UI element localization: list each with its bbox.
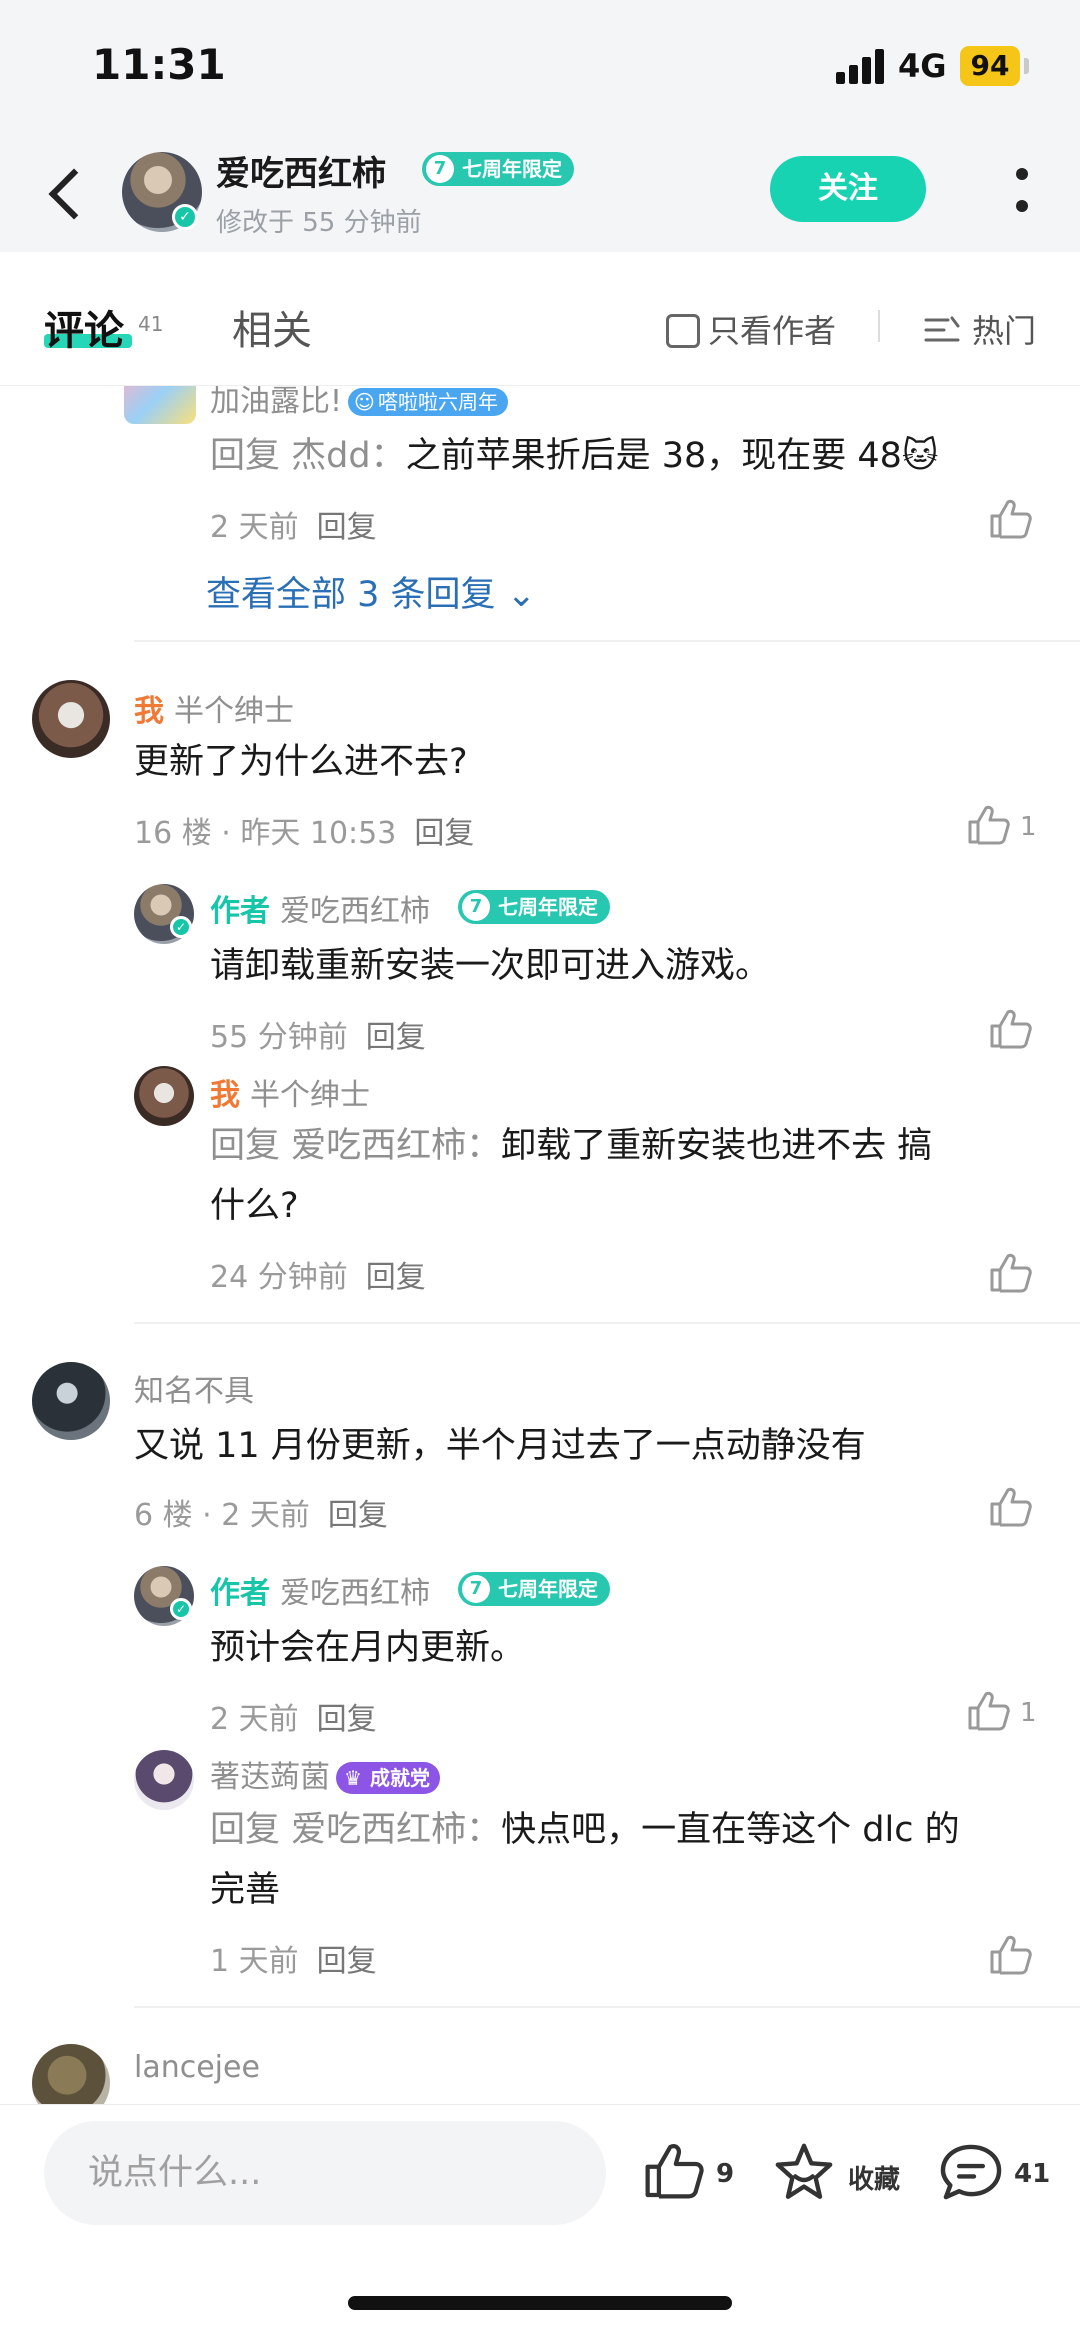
tab-bar: 评论 41 相关 只看作者 热门 xyxy=(0,252,1080,386)
sort-label: 热门 xyxy=(972,312,1037,350)
reply-author: 著荙蒟菌成就党 xyxy=(210,1752,440,1796)
divider xyxy=(134,2006,1080,2008)
like-post-button[interactable]: 9 xyxy=(640,2141,750,2205)
reply-button[interactable]: 回复 xyxy=(328,1498,388,1533)
reply-meta: 2 天前 回复 xyxy=(210,1702,377,1737)
reply-meta: 24 分钟前 回复 xyxy=(210,1260,426,1295)
comments-button[interactable]: 41 xyxy=(938,2141,1058,2205)
post-header: ✓ 爱吃西红柿 七周年限定 修改于 55 分钟前 关注 xyxy=(0,132,1080,252)
reply-button[interactable]: 回复 xyxy=(414,816,474,851)
author-name[interactable]: 爱吃西红柿 xyxy=(216,146,386,195)
author-only-label: 只看作者 xyxy=(708,312,837,350)
back-icon[interactable] xyxy=(38,152,102,232)
anniversary-badge: 嗒啦啦六周年 xyxy=(348,388,509,416)
cat-emoji-icon: 🐱 xyxy=(901,436,939,476)
reply-text: 预计会在月内更新。 xyxy=(210,1628,526,1668)
divider xyxy=(134,640,1080,642)
comment-author: lancejee xyxy=(134,2050,260,2085)
author-tag: 作者 xyxy=(210,894,270,929)
thumb-up-icon[interactable] xyxy=(988,1486,1032,1528)
sort-button[interactable]: 热门 xyxy=(924,306,1036,352)
reply-text: 回复 爱吃西红柿：卸载了重新安装也进不去 搞什么? xyxy=(210,1126,933,1226)
verified-icon: ✓ xyxy=(170,916,192,938)
signal-icon xyxy=(836,48,888,84)
thumb-up-icon[interactable] xyxy=(966,804,1010,846)
sort-icon xyxy=(924,316,960,342)
comment-text: 更新了为什么进不去? xyxy=(134,742,468,782)
network-type: 4G xyxy=(898,47,947,85)
like-count: 1 xyxy=(1020,1698,1037,1728)
comment-author: 我半个绅士 xyxy=(134,694,294,729)
checkbox-icon[interactable] xyxy=(666,314,700,348)
verified-icon: ✓ xyxy=(170,1598,192,1620)
thumb-up-icon[interactable] xyxy=(988,1008,1032,1050)
tab-comments[interactable]: 评论 xyxy=(44,298,124,356)
reply-author: 我半个绅士 xyxy=(210,1078,370,1113)
comment-input[interactable]: 说点什么... xyxy=(44,2121,606,2225)
reply-button[interactable]: 回复 xyxy=(317,1702,377,1737)
comment-text: 又说 11 月份更新，半个月过去了一点动静没有 xyxy=(134,1426,866,1466)
reply-author: 加油露比!嗒啦啦六周年 xyxy=(210,386,509,420)
user-avatar[interactable] xyxy=(32,2044,110,2104)
chevron-down-icon: ⌄ xyxy=(495,575,536,615)
tab-comments-count: 41 xyxy=(138,312,164,336)
reply-meta: 55 分钟前 回复 xyxy=(210,1020,426,1055)
comment-author: 知名不具 xyxy=(134,1374,254,1409)
reply-button[interactable]: 回复 xyxy=(317,510,377,545)
divider xyxy=(878,310,880,342)
anniversary-badge: 七周年限定 xyxy=(422,152,574,186)
comment-list: 加油露比!嗒啦啦六周年 回复 杰dd：之前苹果折后是 38，现在要 48🐱 2 … xyxy=(0,386,1080,2104)
reply-button[interactable]: 回复 xyxy=(366,1020,426,1055)
reply-meta: 1 天前 回复 xyxy=(210,1944,377,1979)
like-count: 1 xyxy=(1020,812,1037,842)
star-icon xyxy=(775,2143,833,2199)
more-icon[interactable] xyxy=(1010,166,1034,218)
author-only-toggle[interactable]: 只看作者 xyxy=(666,306,836,352)
verified-icon: ✓ xyxy=(172,204,198,230)
comment-count: 41 xyxy=(1014,2159,1051,2189)
battery-tip xyxy=(1024,58,1029,74)
favorite-button[interactable]: 收藏 xyxy=(772,2141,912,2205)
post-like-count: 9 xyxy=(716,2159,735,2189)
comment-meta: 16 楼 · 昨天 10:53 回复 xyxy=(134,816,475,851)
reply-author: 作者 爱吃西红柿 xyxy=(210,1576,430,1611)
reply-meta: 2 天前 回复 xyxy=(210,510,377,545)
reply-text: 回复 爱吃西红柿：快点吧，一直在等这个 dlc 的完善 xyxy=(210,1810,960,1910)
modified-time: 修改于 55 分钟前 xyxy=(216,208,422,238)
me-tag: 我 xyxy=(134,694,164,729)
view-all-replies-link[interactable]: 查看全部 3 条回复 ⌄ xyxy=(206,566,536,617)
thumb-up-icon xyxy=(645,2144,704,2199)
anniversary-badge: 七周年限定 xyxy=(458,1572,610,1606)
status-time: 11:31 xyxy=(92,40,226,89)
tab-related[interactable]: 相关 xyxy=(232,298,312,356)
battery-icon: 94 xyxy=(960,46,1020,86)
thumb-up-icon[interactable] xyxy=(988,498,1032,540)
user-avatar[interactable] xyxy=(134,1750,194,1810)
follow-button[interactable]: 关注 xyxy=(770,156,926,222)
status-bar: 11:31 4G 94 xyxy=(0,0,1080,132)
divider xyxy=(134,1322,1080,1324)
comment-meta: 6 楼 · 2 天前 回复 xyxy=(134,1498,388,1533)
reply-text: 回复 杰dd：之前苹果折后是 38，现在要 48🐱 xyxy=(210,436,939,476)
user-avatar[interactable] xyxy=(124,386,196,424)
thumb-up-icon[interactable] xyxy=(966,1690,1010,1732)
home-indicator[interactable] xyxy=(348,2296,732,2310)
user-avatar[interactable] xyxy=(32,1362,110,1440)
favorite-label: 收藏 xyxy=(848,2165,901,2195)
comment-icon xyxy=(940,2144,1002,2200)
me-tag: 我 xyxy=(210,1078,240,1113)
achievement-badge: 成就党 xyxy=(336,1762,440,1794)
thumb-up-icon[interactable] xyxy=(988,1934,1032,1976)
thumb-up-icon[interactable] xyxy=(988,1252,1032,1294)
user-avatar[interactable] xyxy=(32,680,110,758)
reply-button[interactable]: 回复 xyxy=(317,1944,377,1979)
reply-author: 作者 爱吃西红柿 xyxy=(210,894,430,929)
reply-text: 请卸载重新安装一次即可进入游戏。 xyxy=(210,946,771,986)
reply-button[interactable]: 回复 xyxy=(366,1260,426,1295)
user-avatar[interactable] xyxy=(134,1066,194,1126)
author-tag: 作者 xyxy=(210,1576,270,1611)
anniversary-badge: 七周年限定 xyxy=(458,890,610,924)
